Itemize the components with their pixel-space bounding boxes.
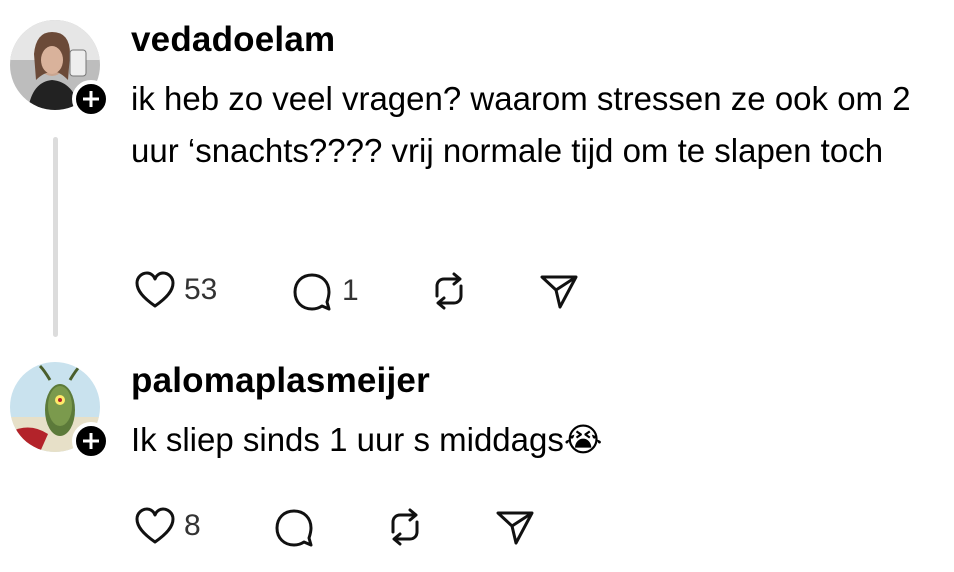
repost-button[interactable] (383, 506, 427, 548)
username[interactable]: vedadoelam (131, 20, 335, 60)
username[interactable]: palomaplasmeijer (131, 361, 430, 401)
reply-button[interactable] (272, 506, 316, 548)
thread-line (53, 137, 58, 337)
share-icon (540, 275, 578, 309)
comment-text: ik heb zo veel vragen? waarom stressen z… (131, 80, 911, 169)
repost-icon (391, 508, 419, 546)
comment-icon (275, 509, 313, 547)
like-button[interactable]: 8 (134, 506, 201, 546)
comment-icon (293, 273, 331, 311)
reply-button[interactable]: 1 (290, 270, 359, 312)
heart-icon (135, 271, 175, 308)
repost-button[interactable] (427, 270, 471, 312)
follow-badge[interactable] (72, 422, 110, 460)
avatar-wrap[interactable] (10, 20, 110, 118)
like-button[interactable]: 53 (134, 270, 217, 310)
avatar-wrap[interactable] (10, 362, 110, 460)
share-button[interactable] (494, 506, 536, 548)
comment-text: Ik sliep sinds 1 uur s middags😭 (131, 421, 603, 458)
follow-badge[interactable] (72, 80, 110, 118)
repost-icon (435, 272, 463, 310)
plus-icon (83, 433, 99, 449)
like-count: 53 (184, 273, 218, 306)
plus-icon (83, 91, 99, 107)
like-count: 8 (184, 509, 201, 542)
share-button[interactable] (538, 270, 580, 312)
share-icon (496, 511, 534, 545)
heart-icon (135, 507, 175, 544)
reply-count: 1 (342, 274, 359, 307)
